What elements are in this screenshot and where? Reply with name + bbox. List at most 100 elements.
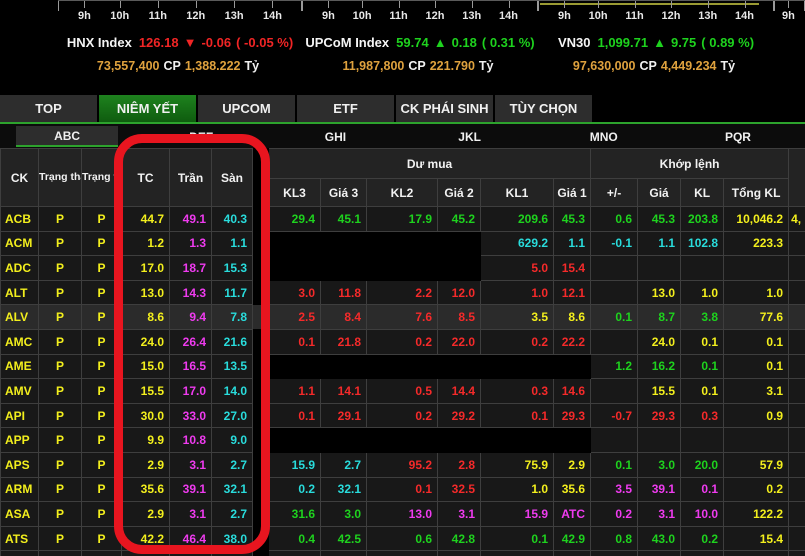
cell-tran: 46.4: [170, 526, 212, 551]
cell-gd: P: [39, 477, 82, 502]
cell-kl: [681, 256, 724, 281]
cell-thq: P: [82, 379, 122, 404]
cell-gia3: 3.0: [321, 502, 367, 527]
tab-tùy-chọn[interactable]: TÙY CHỌN: [495, 95, 594, 122]
table-row[interactable]: [1, 551, 805, 556]
cell-kl1: 629.2: [481, 231, 554, 256]
cell-gia: 24.0: [638, 329, 681, 354]
tab-top[interactable]: TOP: [0, 95, 99, 122]
cell-ck: ACB: [1, 207, 39, 232]
table-row[interactable]: ATSPP42.246.438.00.442.50.642.80.142.90.…: [1, 526, 805, 551]
cell-kl2: 95.2: [367, 452, 438, 477]
vn30-index-pct: ( 0.89 %): [701, 35, 754, 50]
cell-gd: P: [39, 329, 82, 354]
cell-tc: 13.0: [122, 280, 170, 305]
subtab-pqr[interactable]: PQR: [671, 124, 805, 148]
cell-tc: 24.0: [122, 329, 170, 354]
cell-gia2: 14.4: [438, 379, 481, 404]
cell-gia2: 12.0: [438, 280, 481, 305]
cell-gia3: [321, 231, 367, 256]
cell-tc: 35.6: [122, 477, 170, 502]
cell-spacer: [253, 280, 269, 305]
tab-etf[interactable]: ETF: [297, 95, 396, 122]
hnx-index-change: -0.06: [201, 35, 231, 50]
cell-spacer: [253, 403, 269, 428]
cell-kl: 102.8: [681, 231, 724, 256]
cell-gia2: 42.8: [438, 526, 481, 551]
cell-ck: ALV: [1, 305, 39, 330]
table-row[interactable]: ADCPP17.018.715.35.015.4: [1, 256, 805, 281]
axis-hour-label: 12h: [426, 1, 445, 22]
cell-gia1: 35.6: [554, 477, 591, 502]
cell-gia2: [438, 354, 481, 379]
cell-kl1: 0.1: [481, 403, 554, 428]
tab-upcom[interactable]: UPCOM: [198, 95, 297, 122]
table-row[interactable]: ALTPP13.014.311.73.011.82.212.01.012.113…: [1, 280, 805, 305]
cell-chg: [591, 428, 638, 453]
table-row[interactable]: ASAPP2.93.12.731.63.013.03.115.9ATC0.23.…: [1, 502, 805, 527]
table-row[interactable]: AMCPP24.026.421.60.121.80.222.00.222.224…: [1, 329, 805, 354]
cell-gia: [638, 551, 681, 556]
tab-ck-phái-sinh[interactable]: CK PHÁI SINH: [396, 95, 495, 122]
cell-kl: 0.1: [681, 477, 724, 502]
cell-ck: API: [1, 403, 39, 428]
next-chart-edge: 9h: [774, 0, 805, 95]
cell-kl2: 0.1: [367, 477, 438, 502]
cell-san: [212, 551, 253, 556]
table-row[interactable]: APIPP30.033.027.00.129.10.229.20.129.3-0…: [1, 403, 805, 428]
cell-kl3: [269, 231, 321, 256]
cell-gd: P: [39, 452, 82, 477]
upcom-index-change: 0.18: [452, 35, 477, 50]
cell-gia1: 15.4: [554, 256, 591, 281]
cell-gia1: 22.2: [554, 329, 591, 354]
axis-hour-label: 14h: [263, 1, 282, 22]
cell-thq: P: [82, 305, 122, 330]
axis-hour-label: 10h: [589, 1, 608, 22]
cell-tc: 1.2: [122, 231, 170, 256]
axis-hour-label: 9h: [558, 1, 571, 22]
subtab-ghi[interactable]: GHI: [268, 124, 402, 148]
cell-gia3: [321, 256, 367, 281]
subtab-jkl[interactable]: JKL: [403, 124, 537, 148]
cell-kl3: 15.9: [269, 452, 321, 477]
cell-cut: [789, 354, 805, 379]
table-row[interactable]: ARMPP35.639.132.10.232.10.132.51.035.63.…: [1, 477, 805, 502]
cell-gd: P: [39, 502, 82, 527]
table-row[interactable]: ACBPP44.749.140.329.445.117.945.2209.645…: [1, 207, 805, 232]
cell-gd: P: [39, 207, 82, 232]
cell-gia3: 8.4: [321, 305, 367, 330]
upcom-index-pct: ( 0.31 %): [482, 35, 535, 50]
table-row[interactable]: APPPP9.910.89.0: [1, 428, 805, 453]
subtab-abc[interactable]: ABC: [0, 124, 134, 148]
cell-kl: 203.8: [681, 207, 724, 232]
cell-thq: P: [82, 354, 122, 379]
table-row[interactable]: ACMPP1.21.31.1629.21.1-0.11.1102.8223.3: [1, 231, 805, 256]
cell-san: 32.1: [212, 477, 253, 502]
subtab-mno[interactable]: MNO: [537, 124, 671, 148]
cell-gia: 1.1: [638, 231, 681, 256]
cell-tong-kl: 77.6: [724, 305, 789, 330]
cell-kl3: 0.2: [269, 477, 321, 502]
cell-ck: APS: [1, 452, 39, 477]
cell-tc: 2.9: [122, 452, 170, 477]
subtab-def[interactable]: DEF: [134, 124, 268, 148]
table-row[interactable]: AMEPP15.016.513.51.216.20.10.1: [1, 354, 805, 379]
upcom-index-line: UPCoM Index59.74▲0.18( 0.31 %): [302, 35, 538, 50]
cell-kl2: [367, 231, 438, 256]
tab-niêm-yết[interactable]: NIÊM YẾT: [99, 95, 198, 122]
vn30-index-value: 1,099.71: [597, 35, 648, 50]
vn30-volume: 97,630,000: [573, 59, 636, 73]
cell-san: 13.5: [212, 354, 253, 379]
cell-gia2: 3.1: [438, 502, 481, 527]
up-arrow-icon: ▲: [653, 35, 666, 50]
axis-hour-label: 11h: [149, 1, 167, 22]
cell-cut: [789, 280, 805, 305]
table-row[interactable]: ALVPP8.69.47.82.58.47.68.53.58.60.18.73.…: [1, 305, 805, 330]
axis-hour-label: 14h: [499, 1, 518, 22]
cell-spacer: [253, 305, 269, 330]
cell-kl: 20.0: [681, 452, 724, 477]
table-row[interactable]: APSPP2.93.12.715.92.795.22.875.92.90.13.…: [1, 452, 805, 477]
cell-tc: 30.0: [122, 403, 170, 428]
cell-san: 7.8: [212, 305, 253, 330]
table-row[interactable]: AMVPP15.517.014.01.114.10.514.40.314.615…: [1, 379, 805, 404]
